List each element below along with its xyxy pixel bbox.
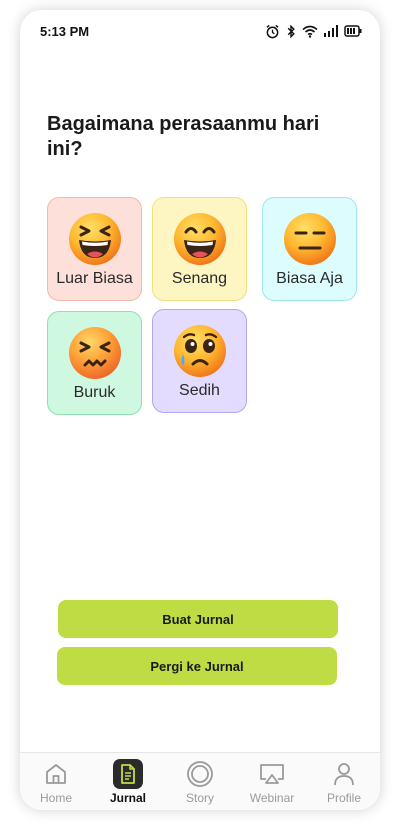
nav-label: Webinar [249, 791, 295, 805]
bluetooth-icon [287, 24, 295, 38]
wifi-icon [302, 25, 318, 38]
status-bar: 5:13 PM [20, 10, 380, 52]
journal-icon [113, 759, 143, 789]
laughing-face-icon [68, 213, 121, 265]
create-journal-button[interactable]: Buat Jurnal [58, 600, 338, 638]
nav-item-home[interactable]: Home [20, 753, 92, 805]
nav-item-webinar[interactable]: Webinar [236, 753, 308, 805]
mood-card-senang[interactable]: Senang [152, 197, 247, 301]
battery-icon [344, 25, 362, 37]
grinning-face-icon [173, 213, 226, 265]
nav-label: Story [185, 791, 214, 805]
confounded-face-icon [68, 327, 121, 379]
nav-label: Profile [326, 791, 361, 805]
status-time: 5:13 PM [40, 23, 90, 39]
nav-item-jurnal[interactable]: Jurnal [92, 753, 164, 805]
phone-screen: 5:13 PM Bagaimana perasaanmu hari ini? L… [20, 10, 380, 810]
mood-card-buruk[interactable]: Buruk [47, 311, 142, 415]
mood-card-luar-biasa[interactable]: Luar Biasa [47, 197, 142, 301]
mood-label: Buruk [73, 384, 116, 401]
status-icons [265, 24, 362, 39]
expressionless-face-icon [283, 213, 336, 265]
bottom-navigation: Home Jurnal Story Webinar Profile [20, 752, 380, 810]
webinar-icon [257, 759, 287, 789]
mood-card-sedih[interactable]: Sedih [152, 309, 247, 413]
go-to-journal-button[interactable]: Pergi ke Jurnal [57, 647, 337, 685]
nav-item-profile[interactable]: Profile [308, 753, 380, 805]
nav-label: Jurnal [109, 791, 146, 805]
nav-item-story[interactable]: Story [164, 753, 236, 805]
profile-icon [329, 759, 359, 789]
crying-face-icon [173, 325, 226, 377]
mood-card-biasa-aja[interactable]: Biasa Aja [262, 197, 357, 301]
story-icon [185, 759, 215, 789]
mood-label: Senang [171, 270, 228, 287]
mood-label: Biasa Aja [276, 270, 343, 287]
mood-question: Bagaimana perasaanmu hari ini? [47, 113, 320, 160]
mood-label: Luar Biasa [56, 270, 133, 287]
signal-icon [324, 25, 338, 37]
mood-label: Sedih [179, 382, 220, 399]
home-icon [41, 759, 71, 789]
nav-label: Home [39, 791, 72, 805]
alarm-icon [266, 24, 279, 38]
